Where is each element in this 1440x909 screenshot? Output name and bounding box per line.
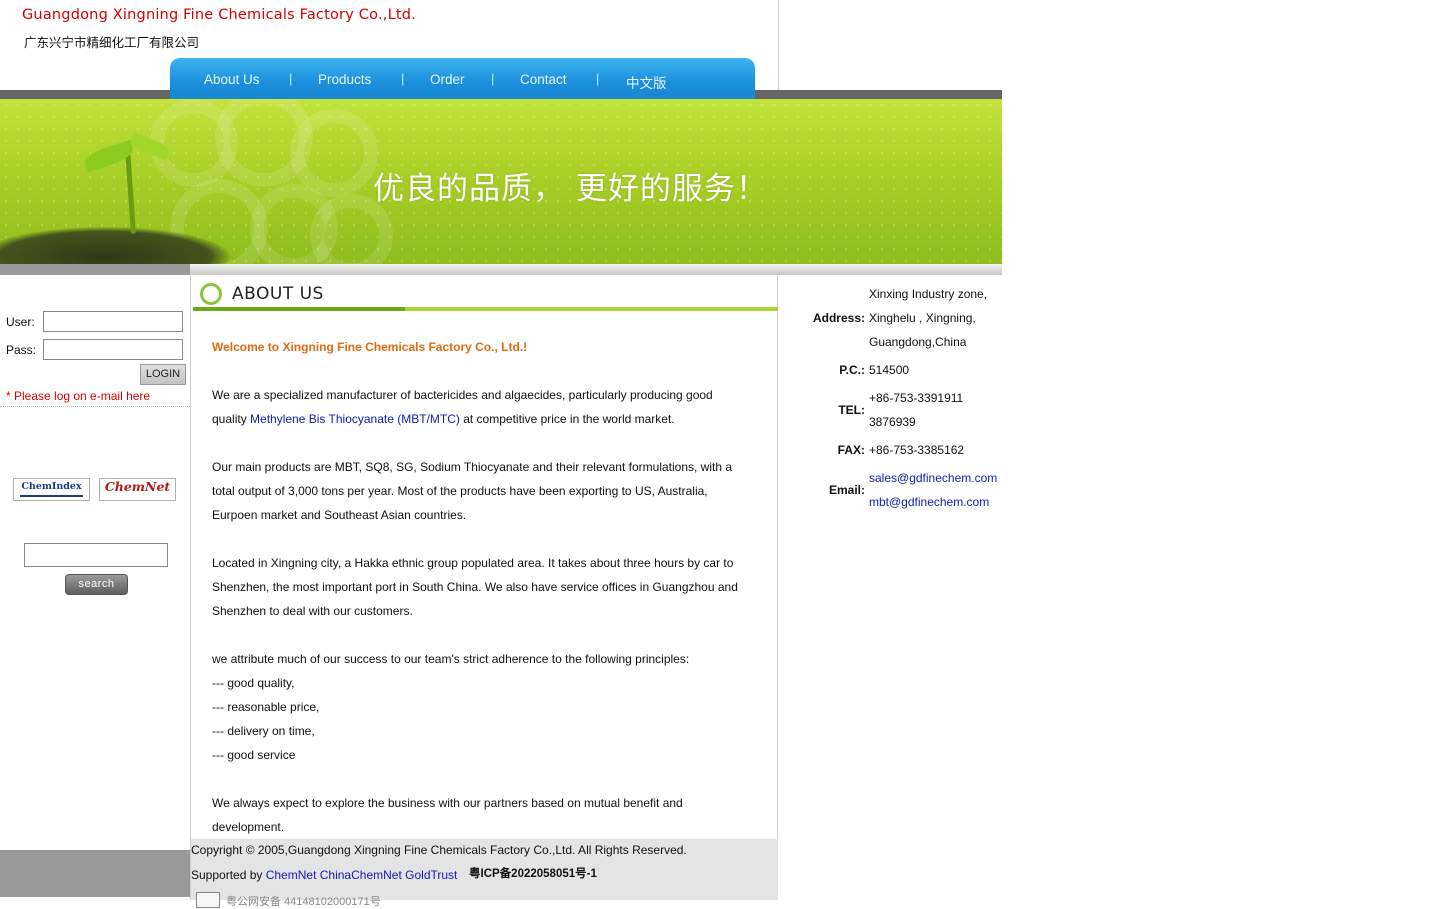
- tel-label: TEL:: [838, 403, 865, 417]
- nav-separator: |: [289, 71, 293, 86]
- address-line: Xinghelu , Xingning,: [869, 311, 976, 325]
- email-row: Email: sales@gdfinechem.com mbt@gdfinech…: [779, 466, 1002, 514]
- banner-slogan: 优良的品质， 更好的服务！: [373, 171, 768, 207]
- principle-item: --- delivery on time,: [212, 724, 315, 738]
- email-label: Email:: [828, 483, 865, 497]
- tel-line: +86-753-3391911: [869, 391, 964, 405]
- address-row: Address: Xinxing Industry zone, Xinghelu…: [779, 282, 1002, 354]
- mbt-product-link[interactable]: Methylene Bis Thiocyanate (MBT/MTC): [250, 412, 460, 426]
- site-title-chinese: 广东兴宁市精细化工厂有限公司: [24, 35, 200, 50]
- paragraph-text: quality: [212, 412, 251, 426]
- paragraph-text: at competitive price in the world market…: [459, 412, 675, 426]
- welcome-heading: Welcome to Xingning Fine Chemicals Facto…: [212, 340, 528, 354]
- paragraph-line: development.: [212, 820, 285, 834]
- nav-separator: |: [491, 71, 495, 86]
- chemnet-logo-text: ChemNet: [104, 479, 171, 494]
- fax-label: FAX:: [837, 443, 865, 457]
- nav-about-us[interactable]: About Us: [204, 72, 260, 87]
- mbt-email-link[interactable]: mbt@gdfinechem.com: [869, 495, 989, 509]
- nav-separator: |: [596, 71, 600, 86]
- left-sidebar: User: Pass: LOGIN * Please log on e-mail…: [0, 275, 190, 850]
- copyright-text: Copyright © 2005,Guangdong Xingning Fine…: [191, 843, 687, 857]
- sidebar-footer-block: [0, 850, 190, 897]
- police-badge-icon: [196, 892, 220, 908]
- address-value: Xinxing Industry zone, Xinghelu , Xingni…: [869, 282, 987, 354]
- main-nav: About Us | Products | Order | Contact | …: [170, 58, 755, 99]
- login-button[interactable]: LOGIN: [140, 364, 186, 385]
- paragraph-line: we attribute much of our success to our …: [212, 652, 690, 666]
- supported-by: Supported by ChemNet ChinaChemNet GoldTr…: [191, 868, 457, 882]
- header-divider: [778, 0, 779, 90]
- chemnet-link[interactable]: ChemNet: [266, 868, 317, 882]
- site-title-english: Guangdong Xingning Fine Chemicals Factor…: [22, 7, 416, 23]
- hero-banner: 优良的品质， 更好的服务！: [0, 99, 1002, 264]
- section-title: ABOUT US: [232, 284, 324, 304]
- chinachemnet-link[interactable]: ChinaChemNet: [320, 868, 402, 882]
- postcode-value: 514500: [869, 363, 910, 377]
- supported-by-label: Supported by: [191, 868, 266, 882]
- banner-decor-circle: [290, 109, 378, 197]
- paragraph-line: Eurpoen market and Southeast Asian count…: [212, 508, 467, 522]
- search-input[interactable]: [24, 543, 168, 567]
- nav-chinese-version[interactable]: 中文版: [626, 72, 667, 92]
- paragraph-line: quality Methylene Bis Thiocyanate (MBT/M…: [212, 407, 757, 431]
- login-hint: * Please log on e-mail here: [6, 389, 151, 403]
- nav-contact[interactable]: Contact: [520, 72, 567, 87]
- principle-item: --- good quality,: [212, 676, 295, 690]
- section-title-rule: [193, 307, 778, 311]
- chemindex-logo-link[interactable]: ChemIndex: [13, 478, 90, 501]
- fax-value: +86-753-3385162: [869, 443, 965, 457]
- police-record-text[interactable]: 粤公网安备 44148102000171号: [226, 893, 381, 909]
- nav-separator: |: [401, 71, 405, 86]
- postcode-row: P.C.: 514500: [779, 358, 1002, 382]
- address-label: Address:: [812, 311, 865, 325]
- tel-row: TEL: +86-753-3391911 3876939: [779, 386, 1002, 434]
- password-input[interactable]: [43, 339, 183, 360]
- nav-products[interactable]: Products: [318, 72, 371, 87]
- paragraph-line: We always expect to explore the business…: [212, 796, 683, 810]
- paragraph-line: Shenzhen, the most important port in Sou…: [212, 580, 738, 594]
- icp-license[interactable]: 粤ICP备2022058051号-1: [469, 865, 597, 881]
- ring-icon: [200, 283, 222, 305]
- email-value: sales@gdfinechem.com mbt@gdfinechem.com: [869, 466, 997, 514]
- paragraph-line: We are a specialized manufacturer of bac…: [212, 388, 713, 402]
- address-line: Xinxing Industry zone,: [869, 287, 988, 301]
- pass-label: Pass:: [6, 343, 37, 357]
- principle-item: --- reasonable price,: [212, 700, 320, 714]
- nav-order[interactable]: Order: [430, 72, 465, 87]
- user-input[interactable]: [43, 311, 183, 332]
- chemindex-logo-text: ChemIndex: [21, 481, 82, 492]
- fax-row: FAX: +86-753-3385162: [779, 438, 1002, 462]
- tel-line: 3876939: [869, 415, 916, 429]
- banner-bottom-strip-left: [0, 264, 190, 275]
- address-line: Guangdong,China: [869, 335, 967, 349]
- paragraph-line: Located in Xingning city, a Hakka ethnic…: [212, 556, 734, 570]
- chemindex-logo-bar: [20, 495, 83, 497]
- paragraph-line: total output of 3,000 tons per year. Mos…: [212, 484, 708, 498]
- sales-email-link[interactable]: sales@gdfinechem.com: [869, 471, 997, 485]
- about-content: Welcome to Xingning Fine Chemicals Facto…: [212, 335, 757, 839]
- paragraph-line: Our main products are MBT, SQ8, SG, Sodi…: [212, 460, 733, 474]
- paragraph-line: Shenzhen to deal with our customers.: [212, 604, 413, 618]
- user-label: User:: [6, 315, 35, 329]
- goldtrust-link[interactable]: GoldTrust: [405, 868, 457, 882]
- chemnet-logo-link[interactable]: ChemNet: [99, 478, 176, 501]
- sidebar-divider: [0, 406, 190, 407]
- search-button[interactable]: search: [65, 574, 128, 595]
- postcode-label: P.C.:: [839, 363, 865, 377]
- tel-value: +86-753-3391911 3876939: [869, 386, 963, 434]
- principle-item: --- good service: [212, 748, 296, 762]
